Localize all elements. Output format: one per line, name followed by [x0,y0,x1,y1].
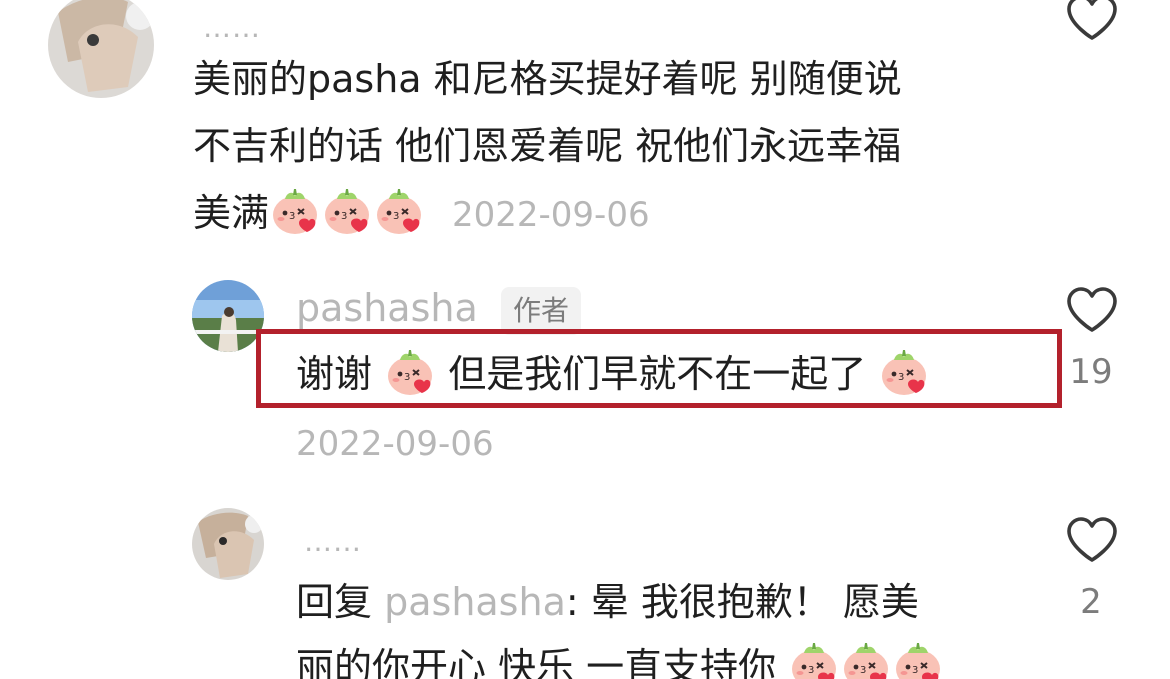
comment-text: 不吉利的话 他们恩爱着呢 祝他们永远幸福 [193,124,902,168]
avatar[interactable] [192,508,264,580]
reply-prefix: 回复 [296,580,373,624]
peach-blush-emoji-icon [788,639,840,679]
comment-text: 回复 pashasha: 晕 我很抱歉！ 愿美 [296,583,919,621]
username[interactable]: …… [304,528,362,556]
like-count: 19 [1069,352,1113,392]
comment-text: 美满 [193,194,425,237]
highlight-annotation [256,329,1062,408]
peach-blush-emoji-icon [892,639,944,679]
reply-colon: : [565,580,579,624]
peach-blush-emoji-icon [269,185,321,237]
avatar[interactable] [192,280,264,352]
heart-icon[interactable] [1065,0,1119,42]
comment-text-line2: 丽的你开心 快乐 一直支持你 [296,645,777,679]
comment-text-end: 美满 [193,191,270,235]
peach-blush-emoji-icon [321,185,373,237]
avatar[interactable] [48,0,154,98]
peach-blush-emoji-icon [373,185,425,237]
peach-blush-emoji-icon [840,639,892,679]
like-count: 2 [1080,582,1102,622]
heart-icon[interactable] [1065,286,1119,334]
heart-icon[interactable] [1065,516,1119,564]
comment-text: 美丽的pasha 和尼格买提好着呢 别随便说 [193,57,902,101]
username[interactable]: pashasha [296,289,478,327]
comment-text: 丽的你开心 快乐 一直支持你 [296,648,944,679]
comment-text: 晕 我很抱歉！ 愿美 [578,580,919,624]
author-badge: 作者 [501,287,582,335]
username[interactable]: …… [203,14,261,42]
timestamp: 2022-09-06 [452,195,650,235]
timestamp: 2022-09-06 [296,424,494,464]
reply-to-username[interactable]: pashasha [384,580,566,624]
